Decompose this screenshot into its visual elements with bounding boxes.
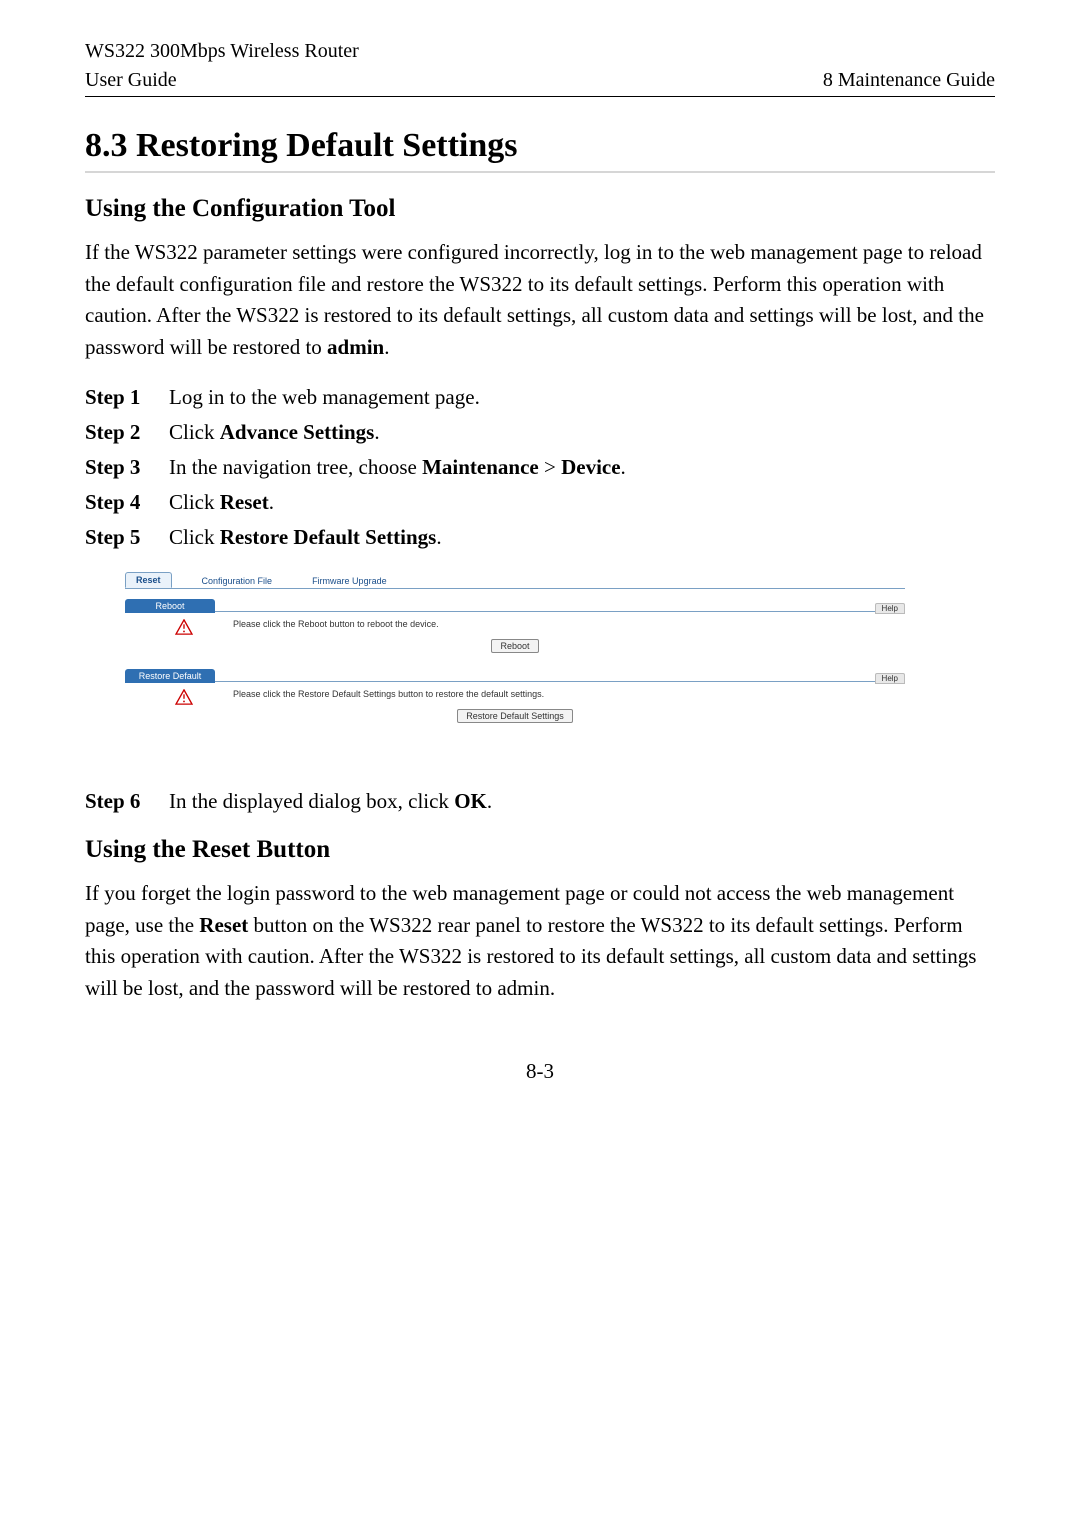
panel-divider [215,669,875,682]
warning-icon [175,689,193,705]
step-suffix: . [436,525,441,549]
step-text: Click Reset. [169,490,274,515]
ui-tabs: Reset Configuration File Firmware Upgrad… [125,570,905,589]
step-bold2: Device [561,455,620,479]
step-prefix: Click [169,490,220,514]
step-prefix: Click [169,420,220,444]
section-title: 8.3 Restoring Default Settings [85,127,995,173]
page-header: WS322 300Mbps Wireless Router User Guide… [85,40,995,97]
step-text: Click Advance Settings. [169,420,380,445]
step-bold: OK [454,789,487,813]
header-right: 8 Maintenance Guide [823,69,995,92]
step-text: In the displayed dialog box, click OK. [169,789,492,814]
subheading-config-tool: Using the Configuration Tool [85,195,995,223]
intro-text: If the WS322 parameter settings were con… [85,240,984,359]
step-prefix: In the displayed dialog box, click [169,789,454,813]
step-suffix: . [374,420,379,444]
step-suffix: . [269,490,274,514]
warning-icon [175,619,193,635]
step-mid: > [539,455,561,479]
subheading-reset-button: Using the Reset Button [85,836,995,864]
step-label: Step 4 [85,490,155,515]
router-ui-screenshot: Reset Configuration File Firmware Upgrad… [125,570,905,729]
intro-bold: admin [327,335,384,359]
page-number: 8-3 [85,1059,995,1084]
tab-firmware-upgrade[interactable]: Firmware Upgrade [302,574,397,588]
step-label: Step 3 [85,455,155,480]
step-suffix: . [621,455,626,479]
step-suffix: . [487,789,492,813]
step-text: Log in to the web management page. [169,385,480,410]
step-text: Click Restore Default Settings. [169,525,442,550]
tab-config-file[interactable]: Configuration File [192,574,283,588]
steps-list-b: Step 6 In the displayed dialog box, clic… [85,789,995,814]
step-1: Step 1 Log in to the web management page… [85,385,995,410]
panel-divider [215,599,875,612]
panel-badge-reboot: Reboot [125,599,215,613]
step-label: Step 2 [85,420,155,445]
reboot-description: Please click the Reboot button to reboot… [233,619,905,629]
step-bold: Maintenance [422,455,539,479]
panel-restore-default: Restore Default Help Please click the Re… [125,669,905,729]
step-prefix: In the navigation tree, choose [169,455,422,479]
product-name: WS322 300Mbps Wireless Router [85,40,995,63]
restore-description: Please click the Restore Default Setting… [233,689,905,699]
reboot-button[interactable]: Reboot [491,639,538,653]
step-bold: Reset [220,490,269,514]
step-4: Step 4 Click Reset. [85,490,995,515]
header-left: User Guide [85,69,177,92]
reset-button-paragraph: If you forget the login password to the … [85,878,995,1004]
step-label: Step 5 [85,525,155,550]
step-text: In the navigation tree, choose Maintenan… [169,455,626,480]
restore-default-button[interactable]: Restore Default Settings [457,709,573,723]
step-2: Step 2 Click Advance Settings. [85,420,995,445]
steps-list-a: Step 1 Log in to the web management page… [85,385,995,550]
step-3: Step 3 In the navigation tree, choose Ma… [85,455,995,480]
help-button[interactable]: Help [875,603,905,614]
step-label: Step 6 [85,789,155,814]
panel-reboot: Reboot Help Please click the Reboot butt… [125,599,905,659]
tab-reset[interactable]: Reset [125,572,172,588]
intro-after: . [384,335,389,359]
step-label: Step 1 [85,385,155,410]
reset-text-bold: Reset [199,913,248,937]
intro-paragraph: If the WS322 parameter settings were con… [85,237,995,363]
step-prefix: Click [169,525,220,549]
step-5: Step 5 Click Restore Default Settings. [85,525,995,550]
step-bold: Advance Settings [220,420,375,444]
help-button[interactable]: Help [875,673,905,684]
step-bold: Restore Default Settings [220,525,437,549]
step-6: Step 6 In the displayed dialog box, clic… [85,789,995,814]
panel-badge-restore: Restore Default [125,669,215,683]
